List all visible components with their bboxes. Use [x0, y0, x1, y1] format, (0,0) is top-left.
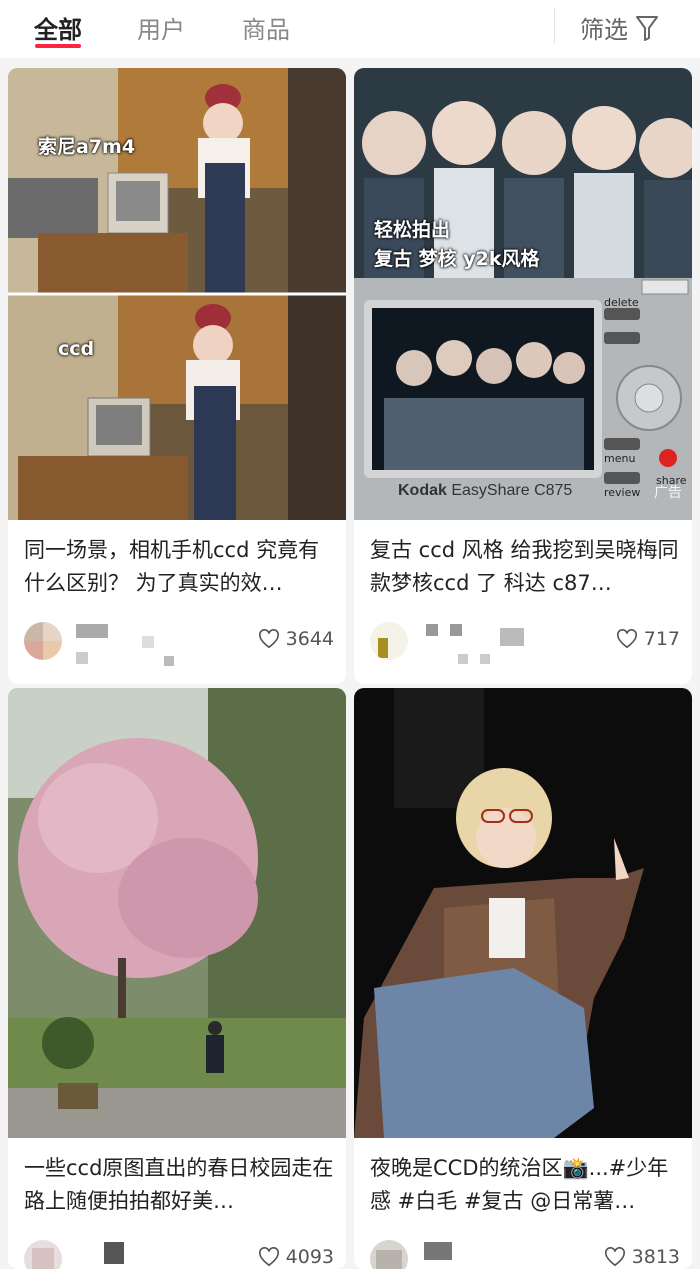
note-meta: 3813 [370, 1240, 680, 1269]
like-count: 3644 [285, 628, 334, 650]
camera-delete-label: delete [604, 296, 639, 309]
tab-divider [554, 8, 555, 44]
note-card[interactable]: 一些ccd原图直出的春日校园走在路上随便拍拍都好美… 4093 [8, 688, 346, 1269]
funnel-icon [636, 15, 658, 41]
note-title[interactable]: 复古 ccd 风格 给我挖到吴晓梅同款梦核ccd 了 科达 c87… [370, 534, 680, 600]
note-meta: 4093 [24, 1240, 334, 1269]
blurred-username [104, 1242, 124, 1264]
camera-brand-label: Kodak EasyShare C875 [398, 482, 573, 499]
image-caption-line2: 复古 梦核 y2k风格 [374, 248, 540, 270]
avatar[interactable] [24, 1240, 62, 1269]
filter-button[interactable]: 筛选 [580, 10, 660, 45]
avatar[interactable] [24, 622, 62, 660]
blurred-username [450, 624, 462, 636]
like-button[interactable]: 3644 [258, 628, 334, 650]
note-meta: 3644 [24, 622, 334, 666]
like-count: 3813 [631, 1246, 680, 1268]
heart-icon [604, 1247, 625, 1267]
like-count: 4093 [285, 1246, 334, 1268]
blurred-username [164, 656, 174, 666]
note-title[interactable]: 一些ccd原图直出的春日校园走在路上随便拍拍都好美… [24, 1152, 334, 1218]
like-button[interactable]: 3813 [604, 1246, 680, 1268]
note-cover-image[interactable]: 轻松拍出 复古 梦核 y2k风格 Kodak EasyShare C875 de… [354, 68, 692, 520]
tab-goods[interactable]: 商品 [242, 10, 290, 45]
like-button[interactable]: 4093 [258, 1246, 334, 1268]
blurred-username [458, 654, 468, 664]
top-tab-bar: 全部 用户 商品 筛选 [0, 0, 700, 58]
active-tab-indicator [35, 44, 81, 48]
blurred-username [480, 654, 490, 664]
blurred-username [76, 624, 108, 638]
blurred-username [76, 652, 88, 664]
like-button[interactable]: 717 [616, 628, 680, 650]
note-cover-image[interactable] [8, 688, 346, 1138]
image-label-top: 索尼a7m4 [38, 136, 136, 158]
night-portrait-photo [354, 688, 692, 1138]
campus-photo [8, 688, 346, 1138]
note-title[interactable]: 夜晚是CCD的统治区📸...#少年感 #白毛 #复古 @日常薯… [370, 1152, 680, 1218]
note-cover-image[interactable]: 索尼a7m4 ccd [8, 68, 346, 520]
tab-users[interactable]: 用户 [137, 10, 185, 45]
heart-icon [258, 1247, 279, 1267]
avatar[interactable] [370, 1240, 408, 1269]
note-card[interactable]: 夜晚是CCD的统治区📸...#少年感 #白毛 #复古 @日常薯… 3813 [354, 688, 692, 1269]
heart-icon [258, 629, 279, 649]
camera-menu-label: menu [604, 452, 636, 465]
filter-label: 筛选 [580, 16, 628, 44]
image-label-bottom: ccd [58, 338, 95, 360]
blurred-username [426, 624, 438, 636]
note-card[interactable]: 轻松拍出 复古 梦核 y2k风格 Kodak EasyShare C875 de… [354, 68, 692, 684]
like-count: 717 [643, 628, 680, 650]
note-meta: 717 [370, 622, 680, 666]
note-cover-image[interactable] [354, 688, 692, 1138]
blurred-username [500, 628, 524, 646]
camera-photo [354, 68, 692, 520]
note-title[interactable]: 同一场景，相机手机ccd 究竟有什么区别？ 为了真实的效… [24, 534, 334, 600]
tab-all[interactable]: 全部 [34, 10, 82, 45]
note-card[interactable]: 索尼a7m4 ccd 同一场景，相机手机ccd 究竟有什么区别？ 为了真实的效…… [8, 68, 346, 684]
blurred-username [424, 1242, 452, 1260]
heart-icon [616, 629, 637, 649]
ad-tag: 广告 [654, 485, 682, 501]
blurred-username [142, 636, 154, 648]
camera-review-label: review [604, 486, 641, 499]
avatar[interactable] [370, 622, 408, 660]
image-caption-line1: 轻松拍出 [374, 219, 451, 241]
